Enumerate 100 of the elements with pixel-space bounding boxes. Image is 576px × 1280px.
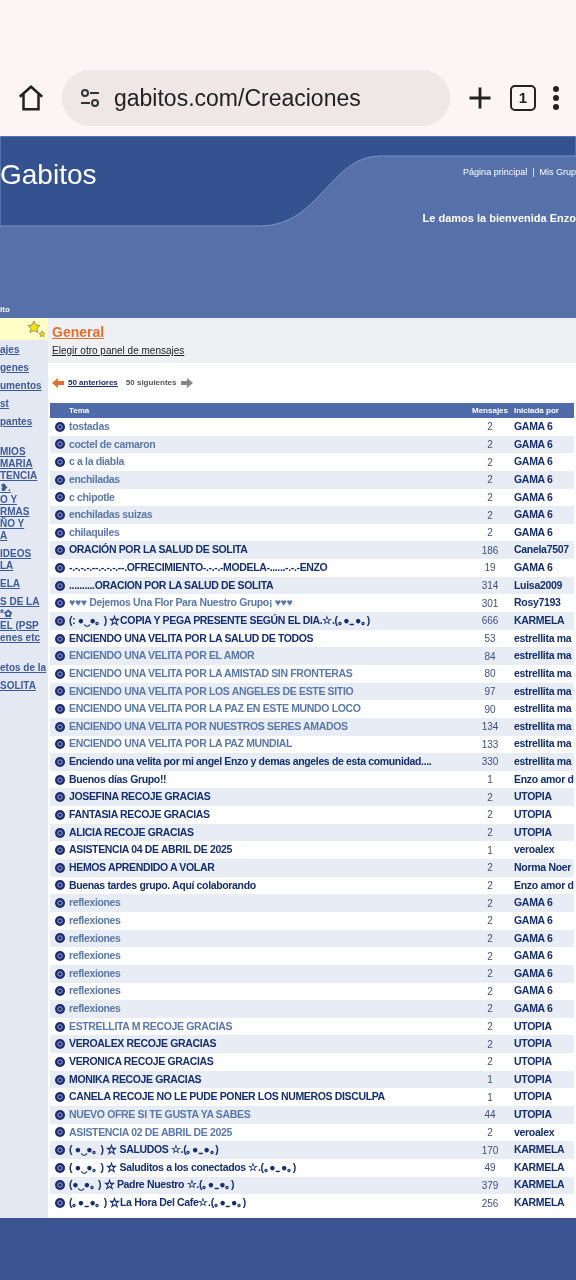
author-name[interactable]: GAMA 6	[514, 436, 574, 453]
topic-link[interactable]: reflexiones	[69, 1001, 466, 1017]
author-name[interactable]: UTOPIA	[514, 789, 574, 806]
topic-link[interactable]: reflexiones	[69, 895, 466, 911]
topic-link[interactable]: reflexiones	[69, 930, 466, 947]
topic-link[interactable]: ..........ORACION POR LA SALUD DE SOLITA	[69, 577, 466, 594]
home-icon[interactable]	[16, 83, 46, 113]
topic-link[interactable]: VERONICA RECOJE GRACIAS	[69, 1054, 466, 1070]
topic-link[interactable]: Buenos días Grupo!!	[69, 771, 466, 788]
author-name[interactable]: GAMA 6	[514, 965, 574, 982]
topic-link[interactable]: ENCIENDO UNA VELITA POR LOS ANGELES DE ESTE SITIO	[69, 683, 466, 700]
site-settings-icon[interactable]	[78, 86, 102, 110]
author-name[interactable]: KARMELA	[514, 1195, 574, 1211]
author-name[interactable]: GAMA 6	[514, 560, 574, 576]
topic-link[interactable]: ENCIENDO UNA VELITA POR LA SALUD DE TODOS	[69, 630, 466, 647]
author-name[interactable]: KARMELA	[514, 1142, 574, 1158]
author-name[interactable]: estrellita ma	[514, 701, 574, 717]
author-name[interactable]: KARMELA	[514, 1159, 574, 1176]
author-name[interactable]: UTOPIA	[514, 1054, 574, 1070]
author-name[interactable]: GAMA 6	[514, 983, 574, 1000]
topic-link[interactable]: ESTRELLITA M RECOJE GRACIAS	[69, 1018, 466, 1035]
sidebar-link[interactable]: IDEOS LA	[0, 548, 48, 572]
topic-link[interactable]: ENCIENDO UNA VELITA POR NUESTROS SERES AMADOS	[69, 718, 466, 735]
topic-link[interactable]: -.-.-.-.--.-.-.-.--.OFRECIMIENTO-.-.-.-MODELA-......-.-.-ENZO	[69, 560, 466, 576]
author-name[interactable]: UTOPIA	[514, 1106, 574, 1123]
author-name[interactable]: Enzo amor d	[514, 877, 574, 894]
sidebar-link[interactable]: ajes	[0, 344, 48, 356]
author-name[interactable]: GAMA 6	[514, 895, 574, 911]
sidebar-link[interactable]: S DE LA *✿ EL (PSP enes etc	[0, 596, 48, 644]
author-name[interactable]: GAMA 6	[514, 930, 574, 947]
sidebar-link[interactable]: SOLITA	[0, 680, 48, 692]
header-links[interactable]: Página principal | Mis Grup	[463, 166, 576, 180]
topic-link[interactable]: ASISTENCIA 04 DE ABRIL DE 2025	[69, 842, 466, 859]
topic-link[interactable]: ( ●‿●｡ ) ☆ SALUDOS ☆.(｡●‿●｡)	[69, 1142, 466, 1158]
topic-link[interactable]: coctel de camaron	[69, 436, 466, 453]
topic-link[interactable]: ALICIA RECOJE GRACIAS	[69, 824, 466, 841]
topic-link[interactable]: reflexiones	[69, 965, 466, 982]
topic-link[interactable]: ASISTENCIA 02 DE ABRIL DE 2025	[69, 1124, 466, 1141]
topic-link[interactable]: ENCIENDO UNA VELITA POR LA PAZ EN ESTE MUNDO LOCO	[69, 701, 466, 717]
author-name[interactable]: UTOPIA	[514, 1036, 574, 1053]
author-name[interactable]: GAMA 6	[514, 507, 574, 523]
author-name[interactable]: estrellita ma	[514, 665, 574, 682]
author-name[interactable]: GAMA 6	[514, 1001, 574, 1017]
author-name[interactable]: GAMA 6	[514, 524, 574, 541]
author-name[interactable]: KARMELA	[514, 1177, 574, 1194]
author-name[interactable]: UTOPIA	[514, 807, 574, 823]
author-name[interactable]: Rosy7193	[514, 595, 574, 612]
author-name[interactable]: UTOPIA	[514, 1018, 574, 1035]
author-name[interactable]: Enzo amor d	[514, 771, 574, 788]
author-name[interactable]: veroalex	[514, 1124, 574, 1141]
author-name[interactable]: UTOPIA	[514, 1089, 574, 1106]
topic-link[interactable]: tostadas	[69, 418, 466, 435]
address-bar[interactable]: gabitos.com/Creaciones	[62, 70, 450, 126]
topic-link[interactable]: (: ●‿●｡ ) ☆COPIA Y PEGA PRESENTE SEGÚN EL DIA.☆.(｡●‿●｡)	[69, 613, 466, 629]
change-board-link[interactable]: Elegir otro panel de mensajes	[52, 343, 572, 358]
topic-link[interactable]: reflexiones	[69, 912, 466, 929]
topic-link[interactable]: reflexiones	[69, 948, 466, 964]
author-name[interactable]: Norma Noer	[514, 859, 574, 876]
topic-link[interactable]: c a la diabla	[69, 454, 466, 470]
menu-icon[interactable]	[552, 85, 560, 111]
author-name[interactable]: estrellita ma	[514, 754, 574, 770]
site-logo[interactable]: Gabitos	[0, 154, 97, 196]
topic-link[interactable]: ( ●‿●｡ ) ☆ Saluditos a los conectados ☆.(｡●‿●｡)	[69, 1159, 466, 1176]
author-name[interactable]: estrellita ma	[514, 736, 574, 753]
topic-link[interactable]: ENCIENDO UNA VELITA POR LA AMISTAD SIN FRONTERAS	[69, 665, 466, 682]
author-name[interactable]: Luisa2009	[514, 577, 574, 594]
topic-link[interactable]: Buenas tardes grupo. Aquí colaborando	[69, 877, 466, 894]
author-name[interactable]: estrellita ma	[514, 718, 574, 735]
sidebar-link[interactable]: ELA	[0, 578, 48, 590]
sidebar-link[interactable]: st	[0, 398, 48, 410]
author-name[interactable]: UTOPIA	[514, 1071, 574, 1088]
previous-page-link[interactable]: 50 anteriores	[68, 377, 118, 389]
topic-link[interactable]: ENCIENDO UNA VELITA POR LA PAZ MUNDIAL	[69, 736, 466, 753]
sidebar-link[interactable]: genes	[0, 362, 48, 374]
sidebar-link[interactable]: MIOS MARIA TENCIA ❥. O Y RMAS ÑO Y A	[0, 446, 48, 542]
topic-link[interactable]: Enciendo una velita por mi angel Enzo y demas angeles de esta comunidad....	[69, 754, 466, 770]
topic-link[interactable]: (｡●‿●｡ ) ☆La Hora Del Cafe☆.(｡●‿●｡)	[69, 1195, 466, 1211]
topic-link[interactable]: ENCIENDO UNA VELITA POR EL AMOR	[69, 648, 466, 664]
left-arrow-icon[interactable]	[52, 378, 64, 388]
topic-link[interactable]: MONIKA RECOJE GRACIAS	[69, 1071, 466, 1088]
author-name[interactable]: GAMA 6	[514, 948, 574, 964]
author-name[interactable]: GAMA 6	[514, 912, 574, 929]
topic-link[interactable]: enchiladas suizas	[69, 507, 466, 523]
tab-count-button[interactable]: 1	[510, 85, 536, 111]
author-name[interactable]: estrellita ma	[514, 683, 574, 700]
topic-link[interactable]: reflexiones	[69, 983, 466, 1000]
topic-link[interactable]: ORACIÓN POR LA SALUD DE SOLITA	[69, 542, 466, 559]
sidebar-link[interactable]: etos de la	[0, 662, 48, 674]
topic-link[interactable]: JOSEFINA RECOJE GRACIAS	[69, 789, 466, 806]
sidebar-link[interactable]: pantes	[0, 416, 48, 428]
author-name[interactable]: estrellita ma	[514, 648, 574, 664]
author-name[interactable]: GAMA 6	[514, 489, 574, 506]
topic-link[interactable]: VEROALEX RECOJE GRACIAS	[69, 1036, 466, 1053]
sidebar-link[interactable]: umentos	[0, 380, 48, 392]
topic-link[interactable]: enchiladas	[69, 471, 466, 488]
author-name[interactable]: UTOPIA	[514, 824, 574, 841]
topic-link[interactable]: HEMOS APRENDIDO A VOLAR	[69, 859, 466, 876]
author-name[interactable]: estrellita ma	[514, 630, 574, 647]
author-name[interactable]: GAMA 6	[514, 454, 574, 470]
author-name[interactable]: GAMA 6	[514, 418, 574, 435]
